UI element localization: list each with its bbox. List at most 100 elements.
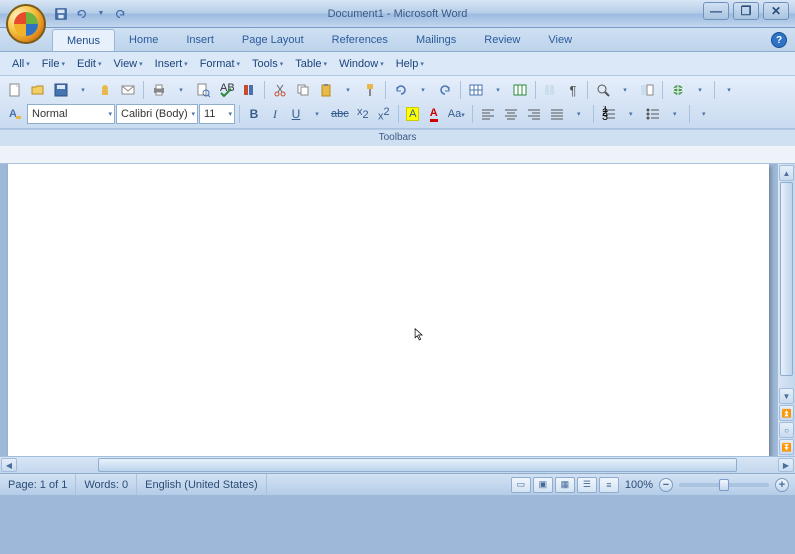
print-preview-button[interactable] xyxy=(192,80,214,100)
hscroll-thumb[interactable] xyxy=(98,458,737,472)
strikethrough-button[interactable]: abc xyxy=(328,104,352,124)
insert-table-button[interactable] xyxy=(465,80,487,100)
print-button[interactable] xyxy=(148,80,170,100)
hscroll-track[interactable] xyxy=(18,458,777,472)
vscroll-thumb[interactable] xyxy=(780,182,793,376)
research-button[interactable] xyxy=(238,80,260,100)
zoom-slider[interactable] xyxy=(679,483,769,487)
align-left-button[interactable] xyxy=(477,104,499,124)
print-dropdown[interactable]: ▾ xyxy=(171,80,191,100)
tab-home[interactable]: Home xyxy=(115,29,172,51)
close-button[interactable]: ✕ xyxy=(763,2,789,20)
underline-button[interactable]: U xyxy=(286,104,306,124)
office-button[interactable] xyxy=(6,4,46,44)
highlight-button[interactable]: A xyxy=(403,104,423,124)
horizontal-ruler[interactable] xyxy=(0,146,795,164)
menu-tools[interactable]: Tools▾ xyxy=(246,55,289,73)
save-dropdown[interactable]: ▾ xyxy=(73,80,93,100)
permission-button[interactable] xyxy=(94,80,116,100)
next-page-button[interactable]: ⏬ xyxy=(779,439,794,455)
tab-view[interactable]: View xyxy=(534,29,586,51)
menu-edit[interactable]: Edit▾ xyxy=(71,55,107,73)
font-size-combo[interactable]: 11▾ xyxy=(199,104,235,124)
font-color-button[interactable]: A xyxy=(424,104,444,124)
status-page[interactable]: Page: 1 of 1 xyxy=(0,474,76,495)
status-words[interactable]: Words: 0 xyxy=(76,474,137,495)
maximize-button[interactable]: ❐ xyxy=(733,2,759,20)
print-layout-view-button[interactable]: ▭ xyxy=(511,477,531,493)
spelling-button[interactable]: ABC xyxy=(215,80,237,100)
table-dropdown[interactable]: ▾ xyxy=(488,80,508,100)
menu-format[interactable]: Format▾ xyxy=(194,55,246,73)
menu-help[interactable]: Help▾ xyxy=(390,55,430,73)
copy-button[interactable] xyxy=(292,80,314,100)
insert-sheet-button[interactable] xyxy=(509,80,531,100)
paste-dropdown[interactable]: ▾ xyxy=(338,80,358,100)
menu-insert[interactable]: Insert▾ xyxy=(149,55,194,73)
numbering-dropdown[interactable]: ▾ xyxy=(621,104,641,124)
zoom-out-button[interactable]: − xyxy=(659,478,673,492)
cut-button[interactable] xyxy=(269,80,291,100)
tab-references[interactable]: References xyxy=(318,29,402,51)
columns-button[interactable] xyxy=(540,80,562,100)
bullets-button[interactable] xyxy=(642,104,664,124)
zoom-button[interactable] xyxy=(592,80,614,100)
doc-map-button[interactable] xyxy=(636,80,658,100)
align-right-button[interactable] xyxy=(523,104,545,124)
hyperlink-button[interactable] xyxy=(667,80,689,100)
vertical-scrollbar[interactable]: ▲ ▼ ⏫ ○ ⏬ xyxy=(777,164,795,456)
menu-all[interactable]: All▾ xyxy=(6,55,36,73)
scroll-down-button[interactable]: ▼ xyxy=(779,388,794,404)
zoom-in-button[interactable]: + xyxy=(775,478,789,492)
subscript-button[interactable]: x2 xyxy=(353,104,373,124)
tab-mailings[interactable]: Mailings xyxy=(402,29,470,51)
redo-button[interactable] xyxy=(434,80,456,100)
bold-button[interactable]: B xyxy=(244,104,264,124)
help-button[interactable]: ? xyxy=(771,32,787,48)
font-combo[interactable]: Calibri (Body)▾ xyxy=(116,104,198,124)
tab-menus[interactable]: Menus xyxy=(52,29,115,51)
change-case-button[interactable]: Aa▾ xyxy=(445,104,468,124)
qat-save-button[interactable] xyxy=(52,5,70,23)
email-button[interactable] xyxy=(117,80,139,100)
document-page[interactable] xyxy=(8,164,769,456)
draft-view-button[interactable]: ≡ xyxy=(599,477,619,493)
superscript-button[interactable]: x2 xyxy=(374,104,394,124)
menu-view[interactable]: View▾ xyxy=(107,55,148,73)
justify-button[interactable] xyxy=(546,104,568,124)
qat-redo-button[interactable] xyxy=(112,5,130,23)
browse-object-button[interactable]: ○ xyxy=(779,422,794,438)
outline-view-button[interactable]: ☰ xyxy=(577,477,597,493)
qat-dropdown[interactable]: ▼ xyxy=(92,5,110,23)
numbering-button[interactable]: 123 xyxy=(598,104,620,124)
toolbar-options-2[interactable]: ▾ xyxy=(694,104,714,124)
underline-dropdown[interactable]: ▾ xyxy=(307,104,327,124)
tab-insert[interactable]: Insert xyxy=(172,29,228,51)
paste-button[interactable] xyxy=(315,80,337,100)
show-marks-button[interactable]: ¶ xyxy=(563,80,583,100)
open-button[interactable] xyxy=(27,80,49,100)
italic-button[interactable]: I xyxy=(265,104,285,124)
zoom-slider-thumb[interactable] xyxy=(719,479,729,491)
tab-review[interactable]: Review xyxy=(470,29,534,51)
menu-table[interactable]: Table▾ xyxy=(289,55,333,73)
scroll-up-button[interactable]: ▲ xyxy=(779,165,794,181)
zoom-value[interactable]: 100% xyxy=(625,479,653,491)
hyperlink-dropdown[interactable]: ▾ xyxy=(690,80,710,100)
save-button[interactable] xyxy=(50,80,72,100)
toolbar-options[interactable]: ▾ xyxy=(719,80,739,100)
format-painter-button[interactable] xyxy=(359,80,381,100)
undo-button[interactable] xyxy=(390,80,412,100)
bullets-dropdown[interactable]: ▾ xyxy=(665,104,685,124)
style-combo[interactable]: Normal▾ xyxy=(27,104,115,124)
menu-window[interactable]: Window▾ xyxy=(333,55,390,73)
minimize-button[interactable]: — xyxy=(703,2,729,20)
scroll-left-button[interactable]: ◀ xyxy=(1,458,17,472)
justify-dropdown[interactable]: ▾ xyxy=(569,104,589,124)
tab-page-layout[interactable]: Page Layout xyxy=(228,29,318,51)
web-layout-view-button[interactable]: ▦ xyxy=(555,477,575,493)
full-screen-view-button[interactable]: ▣ xyxy=(533,477,553,493)
scroll-right-button[interactable]: ▶ xyxy=(778,458,794,472)
align-center-button[interactable] xyxy=(500,104,522,124)
zoom-dropdown[interactable]: ▾ xyxy=(615,80,635,100)
